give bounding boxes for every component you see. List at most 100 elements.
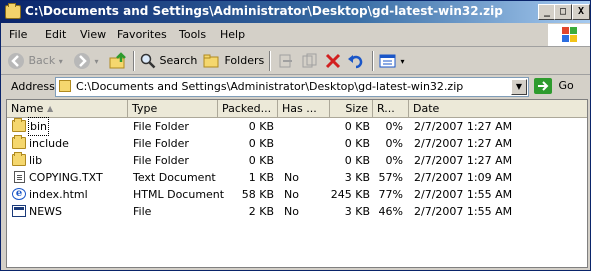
- views-icon: [379, 54, 396, 68]
- file-row[interactable]: include File Folder 0 KB 0 KB 0% 2/7/2007 1:2…: [7, 135, 587, 152]
- folders-icon: [203, 54, 219, 68]
- column-header-ratio[interactable]: R...: [373, 100, 409, 117]
- windows-logo-icon: [548, 24, 590, 46]
- menu-tools[interactable]: Tools: [179, 28, 206, 41]
- up-folder-icon: [109, 52, 126, 69]
- file-size: 0 KB: [344, 154, 370, 167]
- menu-file[interactable]: File: [9, 28, 27, 41]
- column-header-name[interactable]: Name ▲: [7, 100, 128, 117]
- file-packed-size: 0 KB: [248, 154, 274, 167]
- file-row[interactable]: lib File Folder 0 KB 0 KB 0% 2/7/2007 1:27 AM: [7, 152, 587, 169]
- file-ratio: 0%: [385, 154, 403, 167]
- file-date: 2/7/2007 1:55 AM: [414, 205, 513, 218]
- file-size: 0 KB: [344, 137, 370, 150]
- menu-help[interactable]: Help: [220, 28, 245, 41]
- views-button[interactable]: ▾: [379, 51, 405, 71]
- move-to-button[interactable]: [277, 51, 295, 71]
- back-button[interactable]: Back ▾: [7, 51, 63, 71]
- file-icon: [12, 205, 26, 217]
- address-value[interactable]: C:\Documents and Settings\Administrator\…: [76, 80, 463, 93]
- zip-folder-icon: [59, 80, 71, 92]
- back-label: Back: [28, 54, 56, 67]
- folder-icon: [12, 152, 26, 166]
- folders-button[interactable]: Folders: [203, 51, 264, 71]
- undo-icon: [348, 55, 363, 69]
- column-header-size[interactable]: Size: [330, 100, 373, 117]
- copy-to-icon: [302, 53, 317, 68]
- maximize-button[interactable]: □: [554, 4, 572, 20]
- address-field[interactable]: C:\Documents and Settings\Administrator\…: [55, 77, 529, 97]
- file-has-password: [284, 135, 326, 152]
- menu-bar: File Edit View Favorites Tools Help: [1, 24, 590, 47]
- move-to-icon: [279, 54, 292, 68]
- go-button[interactable]: Go: [534, 78, 574, 94]
- copy-to-button[interactable]: [301, 51, 319, 71]
- menu-view[interactable]: View: [80, 28, 106, 41]
- column-header-type[interactable]: Type: [128, 100, 218, 117]
- file-list[interactable]: Name ▲ Type Packed... Has ... Size R... …: [6, 99, 588, 268]
- file-date: 2/7/2007 1:27 AM: [414, 137, 513, 150]
- delete-icon: [325, 53, 341, 69]
- back-arrow-icon: [8, 53, 24, 69]
- sort-ascending-icon: ▲: [47, 104, 54, 113]
- file-date: 2/7/2007 1:27 AM: [414, 154, 513, 167]
- explorer-window: C:\Documents and Settings\Administrator\…: [0, 0, 591, 271]
- menu-edit[interactable]: Edit: [45, 28, 66, 41]
- toolbar-separator: [372, 51, 374, 71]
- file-row[interactable]: e index.html HTML Document 58 KB No 245 KB 77%…: [7, 186, 587, 203]
- standard-toolbar: Back ▾ ▾ Search Folders ▾: [1, 47, 590, 75]
- go-label: Go: [558, 79, 574, 92]
- file-ratio: 77%: [378, 188, 403, 201]
- column-header-row: Name ▲ Type Packed... Has ... Size R... …: [7, 100, 587, 118]
- folder-icon: [12, 135, 26, 149]
- search-button[interactable]: Search: [140, 51, 197, 71]
- file-type: HTML Document: [133, 188, 225, 201]
- window-title: C:\Documents and Settings\Administrator\…: [25, 4, 503, 18]
- file-type: Text Document: [133, 171, 216, 184]
- file-name: include: [29, 137, 69, 150]
- text-document-icon: [14, 171, 25, 183]
- toolbar-separator: [269, 51, 271, 71]
- up-folder-button[interactable]: [109, 51, 129, 71]
- file-ratio: 46%: [378, 205, 403, 218]
- views-dropdown-icon[interactable]: ▾: [401, 57, 405, 66]
- menu-favorites[interactable]: Favorites: [117, 28, 167, 41]
- file-type: File Folder: [133, 120, 189, 133]
- folders-label: Folders: [224, 54, 265, 67]
- column-header-has[interactable]: Has ...: [278, 100, 330, 117]
- file-name: bin: [27, 117, 50, 136]
- file-name: lib: [29, 154, 43, 167]
- address-label: Address: [11, 80, 55, 93]
- file-has-password: No: [284, 171, 299, 184]
- forward-button[interactable]: ▾: [73, 51, 99, 71]
- delete-button[interactable]: [324, 51, 342, 71]
- file-has-password: [284, 152, 326, 169]
- folder-icon: [12, 118, 26, 132]
- title-bar[interactable]: C:\Documents and Settings\Administrator\…: [1, 1, 590, 23]
- forward-dropdown-icon[interactable]: ▾: [95, 57, 99, 66]
- file-row[interactable]: COPYING.TXT Text Document 1 KB No 3 KB 57% 2/7…: [7, 169, 587, 186]
- file-date: 2/7/2007 1:27 AM: [414, 120, 513, 133]
- back-dropdown-icon[interactable]: ▾: [59, 57, 63, 66]
- file-packed-size: 58 KB: [241, 188, 274, 201]
- file-date: 2/7/2007 1:09 AM: [414, 171, 513, 184]
- undo-button[interactable]: [347, 51, 365, 71]
- column-header-date[interactable]: Date: [409, 100, 587, 117]
- file-packed-size: 0 KB: [248, 120, 274, 133]
- address-dropdown-icon[interactable]: ▼: [511, 79, 527, 95]
- file-row[interactable]: bin File Folder 0 KB 0 KB 0% 2/7/2007 1:27 AM: [7, 117, 587, 136]
- go-arrow-icon: [534, 78, 552, 94]
- file-has-password: No: [284, 188, 299, 201]
- file-name: COPYING.TXT: [29, 171, 103, 184]
- file-row[interactable]: NEWS File 2 KB No 3 KB 46% 2/7/2007 1:55 AM: [7, 203, 587, 220]
- file-packed-size: 0 KB: [248, 137, 274, 150]
- file-name: NEWS: [29, 205, 63, 218]
- forward-arrow-icon: [74, 53, 90, 69]
- column-header-packed[interactable]: Packed...: [218, 100, 278, 117]
- file-size: 3 KB: [344, 171, 370, 184]
- close-button[interactable]: X: [572, 4, 590, 20]
- file-packed-size: 1 KB: [248, 171, 274, 184]
- folder-icon: [5, 3, 21, 19]
- file-has-password: No: [284, 205, 299, 218]
- file-ratio: 0%: [385, 137, 403, 150]
